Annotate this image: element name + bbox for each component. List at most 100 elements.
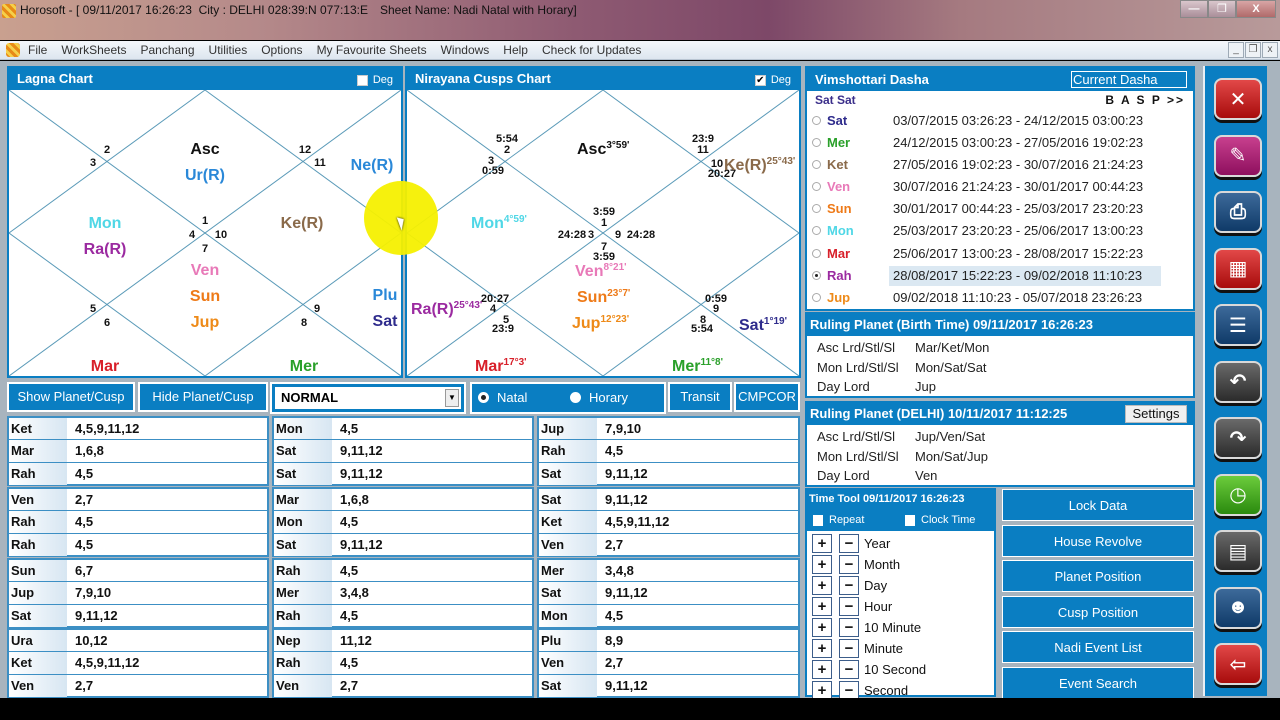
clock-time-checkbox-box[interactable] — [905, 514, 915, 526]
significator-row[interactable]: Nep 11,12 — [274, 630, 532, 653]
notebook-button[interactable]: ▤ — [1214, 530, 1262, 572]
dasha-radio[interactable] — [812, 138, 821, 148]
significator-row[interactable]: Rah 4,5 — [539, 440, 798, 463]
hide-planet-cusp-button[interactable]: Hide Planet/Cusp — [138, 382, 268, 412]
dasha-radio[interactable] — [812, 292, 821, 302]
dasha-row[interactable]: Ket 27/05/2016 19:02:23 - 30/07/2016 21:… — [807, 154, 1193, 176]
dasha-row[interactable]: Mer 24/12/2015 03:00:23 - 27/05/2016 19:… — [807, 132, 1193, 154]
dasha-radio[interactable] — [812, 226, 821, 236]
significator-row[interactable]: Ven 2,7 — [274, 674, 532, 697]
decrement-10-minute-button[interactable]: − — [839, 618, 859, 637]
significator-row[interactable]: Jup 7,9,10 — [9, 582, 267, 605]
lagna-deg-checkbox-box[interactable] — [356, 74, 368, 86]
settings-tools-button[interactable]: ✕ — [1214, 78, 1262, 120]
close-button[interactable]: X — [1236, 0, 1276, 18]
radio-horary[interactable]: Horary — [570, 390, 628, 405]
menu-item-check-for-updates[interactable]: Check for Updates — [542, 43, 641, 57]
restore-button[interactable]: ❐ — [1208, 0, 1236, 18]
menu-item-my-favourite-sheets[interactable]: My Favourite Sheets — [317, 43, 427, 57]
show-planet-cusp-button[interactable]: Show Planet/Cusp — [7, 382, 135, 412]
exit-button[interactable]: ⇦ — [1214, 643, 1262, 685]
nadi-event-list-button[interactable]: Nadi Event List — [1002, 631, 1194, 664]
mode-select[interactable]: NORMAL ▼ — [275, 387, 461, 409]
decrement-10-second-button[interactable]: − — [839, 660, 859, 679]
document-button[interactable]: ☰ — [1214, 304, 1262, 346]
dasha-row[interactable]: Jup 09/02/2018 11:10:23 - 05/07/2018 23:… — [807, 287, 1193, 309]
significator-row[interactable]: Mar 1,6,8 — [274, 489, 532, 512]
dasha-radio[interactable] — [812, 270, 821, 280]
significator-row[interactable]: Mon 4,5 — [539, 604, 798, 627]
menu-item-worksheets[interactable]: WorkSheets — [61, 43, 126, 57]
dasha-row[interactable]: Mar 25/06/2017 13:00:23 - 28/08/2017 15:… — [807, 243, 1193, 265]
dasha-row[interactable]: Mon 25/03/2017 23:20:23 - 25/06/2017 13:… — [807, 220, 1193, 242]
edit-button[interactable]: ✎ — [1214, 134, 1262, 177]
significator-row[interactable]: Plu 8,9 — [539, 630, 798, 653]
menu-item-options[interactable]: Options — [261, 43, 302, 57]
radio-natal-dot[interactable] — [478, 392, 489, 403]
menu-item-help[interactable]: Help — [503, 43, 528, 57]
significator-row[interactable]: Sat 9,11,12 — [274, 533, 532, 556]
significator-row[interactable]: Sat 9,11,12 — [274, 462, 532, 485]
significator-row[interactable]: Ket 4,5,9,11,12 — [9, 418, 267, 441]
dropdown-arrow-icon[interactable]: ▼ — [445, 389, 459, 407]
dasha-row[interactable]: Sat 03/07/2015 03:26:23 - 24/12/2015 03:… — [807, 110, 1193, 132]
significator-row[interactable]: Ven 2,7 — [539, 533, 798, 556]
radio-natal[interactable]: Natal — [478, 390, 527, 405]
significator-row[interactable]: Rah 4,5 — [274, 652, 532, 675]
planet-position-button[interactable]: Planet Position — [1002, 560, 1194, 593]
increment-day-button[interactable]: + — [812, 576, 832, 595]
decrement-day-button[interactable]: − — [839, 576, 859, 595]
significator-row[interactable]: Ven 2,7 — [9, 674, 267, 697]
increment-hour-button[interactable]: + — [812, 597, 832, 616]
mdi-close-button[interactable]: x — [1262, 42, 1278, 58]
dasha-row[interactable]: Ven 30/07/2016 21:24:23 - 30/01/2017 00:… — [807, 176, 1193, 198]
significator-row[interactable]: Rah 4,5 — [9, 533, 267, 556]
significator-row[interactable]: Sat 9,11,12 — [9, 604, 267, 627]
mdi-restore-button[interactable]: ❐ — [1245, 42, 1261, 58]
menu-item-file[interactable]: File — [28, 43, 47, 57]
increment-minute-button[interactable]: + — [812, 639, 832, 658]
decrement-month-button[interactable]: − — [839, 555, 859, 574]
significator-row[interactable]: Sat 9,11,12 — [539, 462, 798, 485]
clock-time-checkbox[interactable]: Clock Time — [905, 514, 975, 526]
menu-item-panchang[interactable]: Panchang — [140, 43, 194, 57]
increment-year-button[interactable]: + — [812, 534, 832, 553]
radio-horary-dot[interactable] — [570, 392, 581, 403]
significator-row[interactable]: Ven 2,7 — [9, 489, 267, 512]
print-button[interactable]: ⎙ — [1214, 191, 1262, 233]
menu-item-utilities[interactable]: Utilities — [209, 43, 248, 57]
significator-row[interactable]: Ura 10,12 — [9, 630, 267, 653]
cusps-deg-checkbox[interactable]: ✔ Deg — [754, 73, 791, 87]
transit-button[interactable]: Transit — [668, 382, 732, 412]
cusps-deg-checkbox-box[interactable]: ✔ — [754, 74, 766, 86]
significator-row[interactable]: Sat 9,11,12 — [539, 582, 798, 605]
dasha-radio[interactable] — [812, 160, 821, 170]
dasha-radio[interactable] — [812, 204, 821, 214]
mdi-minimize-button[interactable]: _ — [1228, 42, 1244, 58]
decrement-minute-button[interactable]: − — [839, 639, 859, 658]
dasha-radio[interactable] — [812, 116, 821, 125]
repeat-checkbox[interactable]: Repeat — [813, 514, 864, 526]
forward-arrow-button[interactable]: ↷ — [1214, 417, 1262, 459]
significator-row[interactable]: Rah 4,5 — [274, 604, 532, 627]
house-revolve-button[interactable]: House Revolve — [1002, 524, 1194, 557]
cusp-position-button[interactable]: Cusp Position — [1002, 595, 1194, 628]
increment-10-second-button[interactable]: + — [812, 660, 832, 679]
lock-data-button[interactable]: Lock Data — [1002, 489, 1194, 521]
minimize-button[interactable]: — — [1180, 0, 1208, 18]
significator-row[interactable]: Ket 4,5,9,11,12 — [9, 652, 267, 675]
dasha-radio[interactable] — [812, 248, 821, 258]
significator-row[interactable]: Sat 9,11,12 — [539, 674, 798, 697]
significator-row[interactable]: Mer 3,4,8 — [274, 582, 532, 605]
significator-row[interactable]: Sat 9,11,12 — [274, 440, 532, 463]
significator-row[interactable]: Rah 4,5 — [9, 462, 267, 485]
significator-row[interactable]: Ket 4,5,9,11,12 — [539, 511, 798, 534]
dasha-level-nav[interactable]: B A S P >> — [1105, 93, 1185, 107]
menu-item-windows[interactable]: Windows — [441, 43, 490, 57]
decrement-year-button[interactable]: − — [839, 534, 859, 553]
repeat-checkbox-box[interactable] — [813, 514, 823, 526]
cmpcor-button[interactable]: CMPCOR — [734, 382, 800, 412]
document-logo-icon[interactable] — [6, 43, 20, 57]
dasha-row[interactable]: Rah 28/08/2017 15:22:23 - 09/02/2018 11:… — [807, 265, 1193, 287]
decrement-hour-button[interactable]: − — [839, 597, 859, 616]
